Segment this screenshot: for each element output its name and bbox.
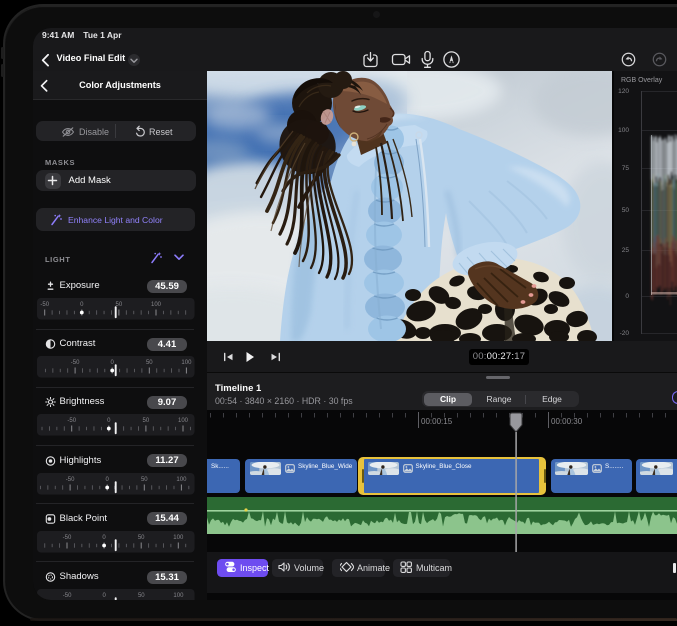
svg-text:-50: -50 bbox=[40, 302, 49, 308]
svg-text:00:00:30: 00:00:30 bbox=[551, 417, 583, 426]
svg-text:-50: -50 bbox=[67, 418, 76, 424]
svg-text:50: 50 bbox=[141, 477, 148, 483]
svg-text:50: 50 bbox=[138, 593, 145, 599]
svg-text:-50: -50 bbox=[63, 535, 72, 541]
svg-text:75: 75 bbox=[622, 165, 630, 172]
svg-text:100: 100 bbox=[176, 477, 187, 483]
svg-text:00:00:15: 00:00:15 bbox=[421, 417, 453, 426]
svg-text:25: 25 bbox=[622, 247, 630, 254]
svg-text:RGB Overlay: RGB Overlay bbox=[621, 77, 663, 84]
svg-text:100: 100 bbox=[178, 418, 189, 424]
svg-text:50: 50 bbox=[146, 360, 153, 366]
svg-text:0: 0 bbox=[625, 293, 629, 300]
svg-text:120: 120 bbox=[618, 88, 629, 95]
svg-text:50: 50 bbox=[116, 302, 123, 308]
svg-text:100: 100 bbox=[151, 302, 162, 308]
svg-text:50: 50 bbox=[138, 535, 145, 541]
svg-text:-20: -20 bbox=[620, 330, 630, 337]
svg-text:100: 100 bbox=[173, 535, 184, 541]
svg-text:-50: -50 bbox=[63, 593, 72, 599]
svg-text:100: 100 bbox=[173, 593, 184, 599]
svg-text:50: 50 bbox=[143, 418, 150, 424]
svg-text:100: 100 bbox=[618, 127, 629, 134]
svg-text:50: 50 bbox=[622, 207, 630, 214]
svg-text:100: 100 bbox=[181, 360, 192, 366]
svg-text:-50: -50 bbox=[66, 477, 75, 483]
svg-text:-50: -50 bbox=[71, 360, 80, 366]
